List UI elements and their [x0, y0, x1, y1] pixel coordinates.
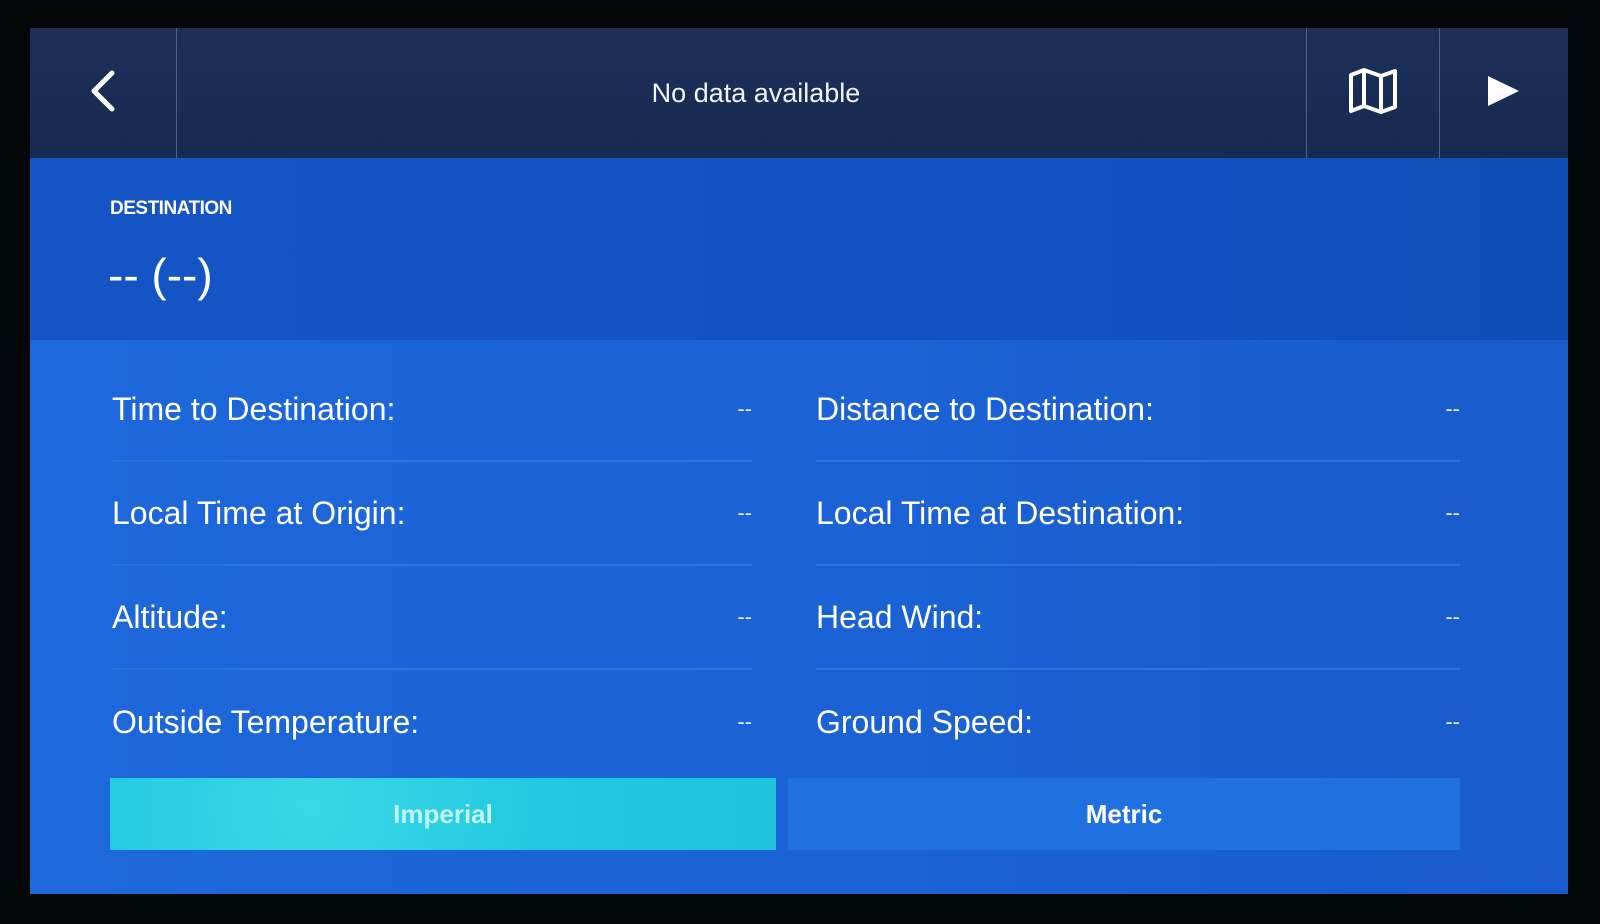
info-value: --: [737, 709, 752, 734]
metric-units-button[interactable]: Metric: [788, 778, 1460, 850]
destination-panel: DESTINATION -- (--): [30, 158, 1568, 340]
info-row-ground-speed: Ground Speed: --: [816, 670, 1460, 774]
map-button[interactable]: [1306, 28, 1440, 158]
info-row-head-wind: Head Wind: --: [816, 566, 1460, 670]
play-button[interactable]: [1438, 28, 1568, 158]
info-label: Outside Temperature:: [112, 703, 420, 740]
info-value: --: [1445, 500, 1460, 525]
play-icon: [1485, 74, 1521, 113]
info-value: --: [737, 604, 752, 629]
info-row-altitude: Altitude: --: [112, 566, 752, 670]
info-value: --: [1445, 604, 1460, 629]
destination-value: -- (--): [108, 249, 213, 301]
info-label: Ground Speed:: [816, 703, 1034, 740]
info-label: Time to Destination:: [112, 390, 396, 427]
top-bar: No data available: [30, 28, 1568, 158]
info-label: Distance to Destination:: [816, 390, 1154, 427]
info-label: Local Time at Origin:: [112, 494, 406, 531]
info-value: --: [737, 500, 752, 525]
map-icon: [1347, 67, 1399, 120]
info-label: Local Time at Destination:: [816, 494, 1185, 531]
info-label: Head Wind:: [816, 598, 984, 635]
info-row-outside-temperature: Outside Temperature: --: [112, 670, 752, 774]
info-label: Altitude:: [112, 598, 228, 635]
info-row-time-to-destination: Time to Destination: --: [112, 358, 752, 462]
page-title: No data available: [651, 77, 861, 108]
chevron-left-icon: [88, 69, 118, 118]
info-value: --: [1445, 396, 1460, 421]
imperial-units-button[interactable]: Imperial: [110, 778, 776, 850]
info-value: --: [1445, 709, 1460, 734]
info-row-local-time-origin: Local Time at Origin: --: [112, 462, 752, 566]
flight-info-screen: No data available DESTINATION -- (--) Ti…: [30, 28, 1568, 894]
back-button[interactable]: [30, 28, 177, 158]
info-row-distance-to-destination: Distance to Destination: --: [816, 358, 1460, 462]
destination-label: DESTINATION: [110, 198, 232, 219]
info-value: --: [737, 396, 752, 421]
info-row-local-time-destination: Local Time at Destination: --: [816, 462, 1460, 566]
